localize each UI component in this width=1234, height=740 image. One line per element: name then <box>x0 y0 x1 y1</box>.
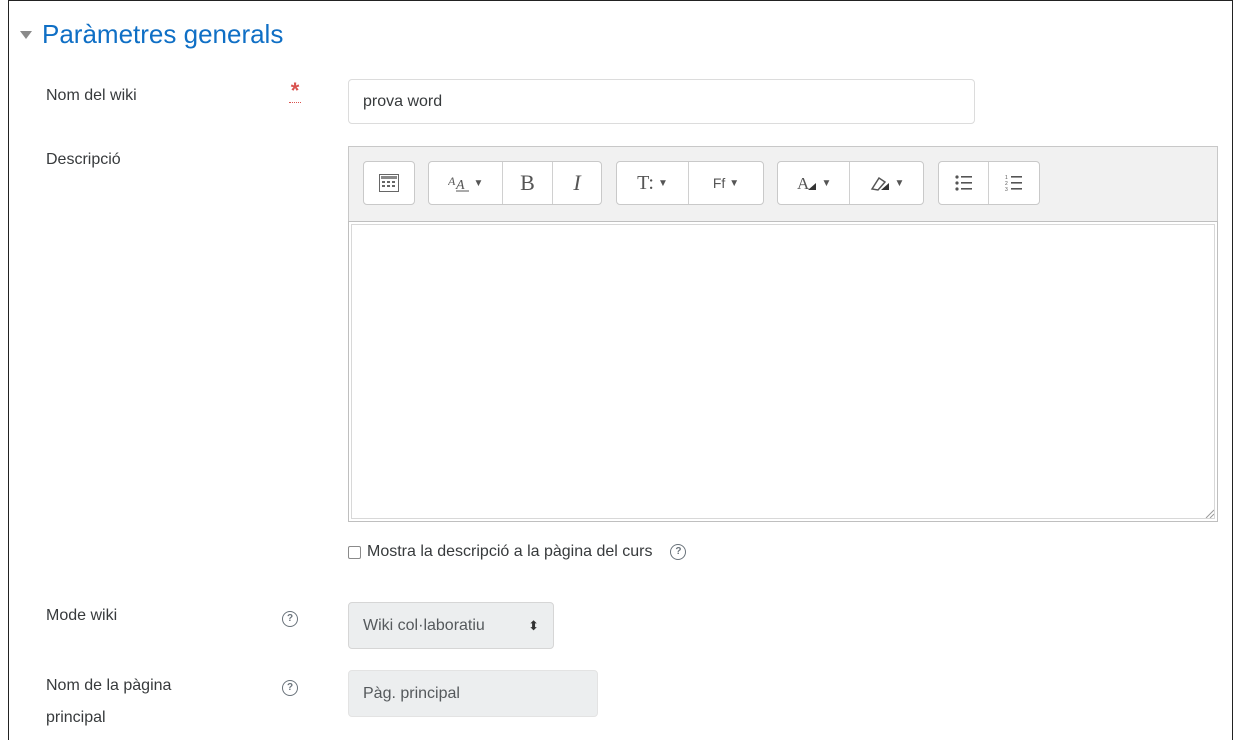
ordered-list-button[interactable]: 1 2 3 <box>989 162 1039 204</box>
toolbar-group-color: A ▼ ▼ <box>777 161 924 205</box>
chevron-down-icon: ▼ <box>473 177 484 189</box>
svg-text:3: 3 <box>1005 187 1008 192</box>
font-color-icon: A <box>797 174 816 192</box>
editable-content[interactable] <box>351 224 1215 519</box>
mainpage-name-input: Pàg. principal <box>348 670 598 717</box>
svg-text:A: A <box>455 178 465 192</box>
chevron-down-icon: ▼ <box>821 177 832 189</box>
triangle-down-icon[interactable] <box>20 31 32 39</box>
mainpage-label-line2: principal <box>46 709 106 726</box>
unordered-list-button[interactable] <box>939 162 989 204</box>
highlight-icon <box>870 176 889 191</box>
font-family-label: Ff <box>712 175 726 191</box>
paragraph-styles-button[interactable]: A A ▼ <box>429 162 503 204</box>
background-color-button[interactable]: ▼ <box>850 162 923 204</box>
asterisk-icon: * <box>289 78 301 103</box>
select-arrows-icon: ⬍ <box>528 617 539 633</box>
svg-text:A: A <box>448 174 456 188</box>
show-more-icon <box>379 174 399 192</box>
chevron-down-icon: ▼ <box>894 177 905 189</box>
font-size-button[interactable]: T: ▼ <box>617 162 689 204</box>
section-header[interactable]: Paràmetres generals <box>20 18 283 50</box>
resize-handle-icon[interactable] <box>1204 508 1214 518</box>
toolbar-group-font: T: ▼ Ff ▼ <box>616 161 764 205</box>
show-more-button[interactable] <box>364 162 414 204</box>
numbered-list-icon: 1 2 3 <box>1005 175 1022 192</box>
help-icon[interactable]: ? <box>670 544 687 560</box>
bold-button[interactable]: B <box>503 162 553 204</box>
chevron-down-icon: ▼ <box>657 177 668 189</box>
font-color-button[interactable]: A ▼ <box>778 162 850 204</box>
wiki-name-input[interactable] <box>348 79 975 124</box>
wiki-mode-select[interactable]: Wiki col·laboratiu ⬍ <box>348 602 554 649</box>
show-description-checkbox[interactable] <box>348 545 361 559</box>
chevron-down-icon: ▼ <box>729 177 740 189</box>
help-icon[interactable]: ? <box>282 680 298 696</box>
section-title[interactable]: Paràmetres generals <box>42 18 283 50</box>
bullet-list-icon <box>954 175 972 191</box>
mode-label: Mode wiki <box>46 607 118 624</box>
description-label: Descripció <box>46 151 121 168</box>
help-icon[interactable]: ? <box>282 611 298 627</box>
font-size-icon: A A <box>448 174 469 192</box>
wiki-mode-value: Wiki col·laboratiu <box>363 616 485 634</box>
italic-button[interactable]: I <box>553 162 601 204</box>
toolbar-group-toggle <box>363 161 415 205</box>
toolbar-group-style: A A ▼ B I <box>428 161 602 205</box>
font-family-button[interactable]: Ff ▼ <box>689 162 763 204</box>
svg-text:A: A <box>797 174 810 192</box>
show-description-row: Mostra la descripció a la pàgina del cur… <box>348 543 687 561</box>
mainpage-label-line1: Nom de la pàgina <box>46 677 172 694</box>
font-size-label: T: <box>637 171 654 194</box>
name-label: Nom del wiki <box>46 87 137 104</box>
description-textarea[interactable] <box>348 221 1218 522</box>
show-description-label[interactable]: Mostra la descripció a la pàgina del cur… <box>367 543 652 561</box>
toolbar-group-lists: 1 2 3 <box>938 161 1040 205</box>
editor-toolbar: A A ▼ B I T: ▼ Ff ▼ A ▼ ▼ 1 2 3 <box>348 146 1218 221</box>
description-editor: A A ▼ B I T: ▼ Ff ▼ A ▼ ▼ 1 2 3 <box>348 146 1218 522</box>
